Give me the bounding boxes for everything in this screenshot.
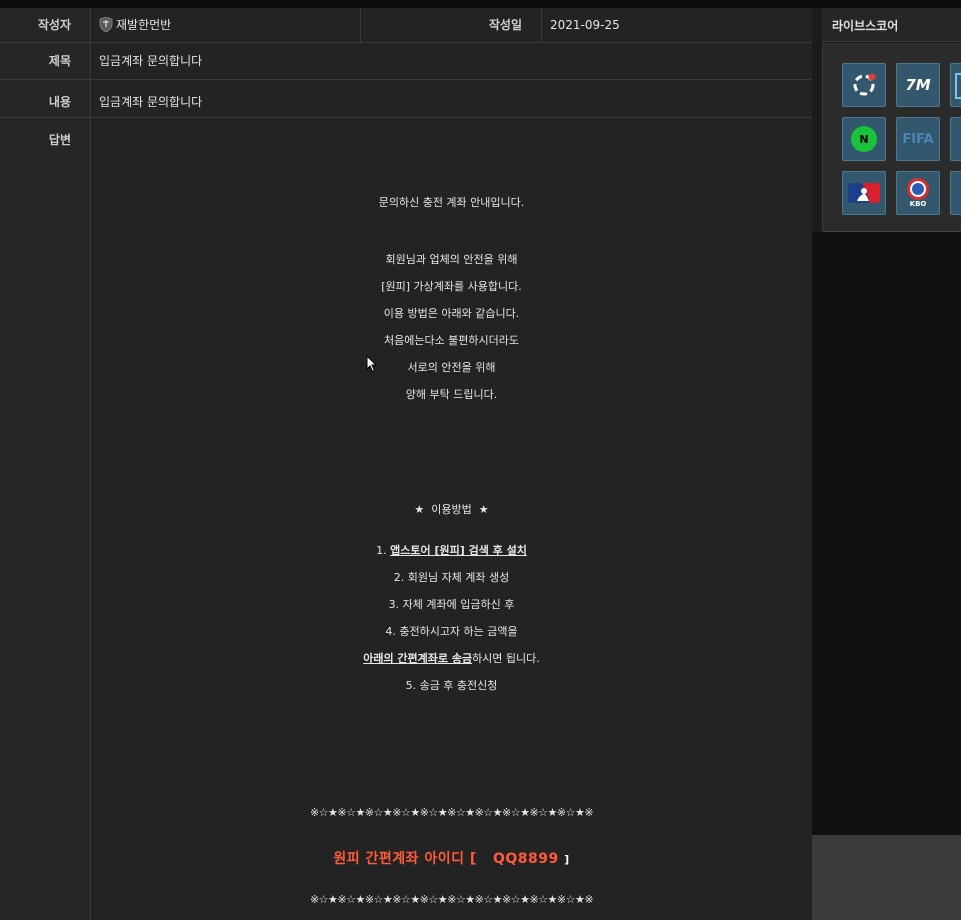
livescore-panel: 7M N FIFA KBO (822, 43, 961, 232)
stars-divider-bottom: ※☆★※☆★※☆★※☆★※☆★※☆★※☆★※☆★※☆★※☆★※ (309, 893, 594, 906)
step1-underlined: 앱스토어 [원피] 검색 후 설치 (390, 544, 527, 557)
account-text: 원피 간편계좌 아이디 [ (333, 851, 477, 867)
sidebar-dark-area (812, 232, 961, 835)
title-value: 입금계좌 문의합니다 (99, 54, 203, 68)
usage-step-1: 1. 앱스토어 [원피] 검색 후 설치 (91, 542, 812, 558)
step4b-suffix: 하시면 됩니다. (472, 652, 540, 665)
usage-step-4b: 아래의 간편계좌로 송금하시면 됩니다. (91, 650, 812, 666)
usage-step-4: 4. 충전하시고자 하는 금액을 (385, 625, 518, 638)
mouse-cursor-icon (366, 355, 378, 373)
naver-icon[interactable]: N (842, 117, 886, 161)
step1-prefix: 1. (376, 544, 391, 557)
author-text: 재발한먼반 (116, 18, 172, 32)
usage-title: ★ 이용방법 ★ (414, 503, 489, 516)
content-row: 내용 입금계좌 문의합니다 (0, 80, 812, 118)
answer-body: 문의하신 충전 계좌 안내입니다. 회원님과 업체의 안전을 위해 [원피] 가… (91, 118, 812, 920)
partial-tile-icon[interactable] (950, 63, 961, 107)
fifa-icon[interactable]: FIFA (896, 117, 940, 161)
post-view: 작성자 재발한먼반 작성일 2021-09-25 제목 입금계좌 문의합니다 내… (0, 8, 812, 920)
answer-line: 처음에는다소 불편하시더라도 (383, 334, 520, 347)
answer-line: [원피] 가상계좌를 사용합니다. (381, 280, 522, 293)
top-bar (0, 0, 961, 8)
usage-step-2: 2. 회원님 자체 계좌 생성 (393, 571, 510, 584)
partial-tile-icon[interactable] (950, 117, 961, 161)
content-value: 입금계좌 문의합니다 (99, 95, 203, 109)
answer-row: 답변 문의하신 충전 계좌 안내입니다. 회원님과 업체의 안전을 위해 [원피… (0, 118, 812, 920)
author-label: 작성자 (0, 8, 91, 42)
answer-line: 양해 부탁 드립니다. (405, 388, 498, 401)
answer-intro: 문의하신 충전 계좌 안내입니다. (378, 196, 525, 209)
usage-step-5: 5. 송금 후 충전신청 (405, 679, 498, 692)
author-name[interactable]: 재발한먼반 (99, 8, 171, 42)
mlb-icon[interactable] (842, 171, 886, 215)
content-label: 내용 (0, 80, 91, 117)
usage-step-3: 3. 자체 계좌에 입금하신 후 (388, 598, 515, 611)
answer-line: 서로의 안전을 위해 (407, 361, 496, 374)
7m-icon[interactable]: 7M (896, 63, 940, 107)
date-value: 2021-09-25 (550, 18, 620, 32)
sidebar-gray-area (812, 835, 961, 920)
mlb-logo-icon (848, 183, 880, 203)
ring-icon (853, 73, 876, 96)
account-close: ] (564, 853, 570, 866)
answer-line: 이용 방법은 아래와 같습니다. (383, 307, 520, 320)
author-row: 작성자 재발한먼반 작성일 2021-09-25 (0, 8, 812, 43)
answer-line: 회원님과 업체의 안전을 위해 (385, 253, 518, 266)
account-line: 원피 간편계좌 아이디 [ QQ8899 ] (91, 848, 812, 868)
title-row: 제목 입금계좌 문의합니다 (0, 43, 812, 80)
livescore-ring-icon[interactable] (842, 63, 886, 107)
stars-divider-top: ※☆★※☆★※☆★※☆★※☆★※☆★※☆★※☆★※☆★※☆★※ (309, 806, 594, 819)
shield-icon (99, 17, 113, 32)
step4b-underlined: 아래의 간편계좌로 송금 (363, 652, 473, 665)
partial-tile-icon[interactable] (950, 171, 961, 215)
account-id: QQ8899 (492, 851, 559, 867)
answer-label: 답변 (0, 118, 91, 920)
date-label: 작성일 (361, 8, 542, 42)
livescore-title: 라이브스코어 (822, 8, 961, 42)
title-label: 제목 (0, 43, 91, 79)
kbo-icon[interactable]: KBO (896, 171, 940, 215)
